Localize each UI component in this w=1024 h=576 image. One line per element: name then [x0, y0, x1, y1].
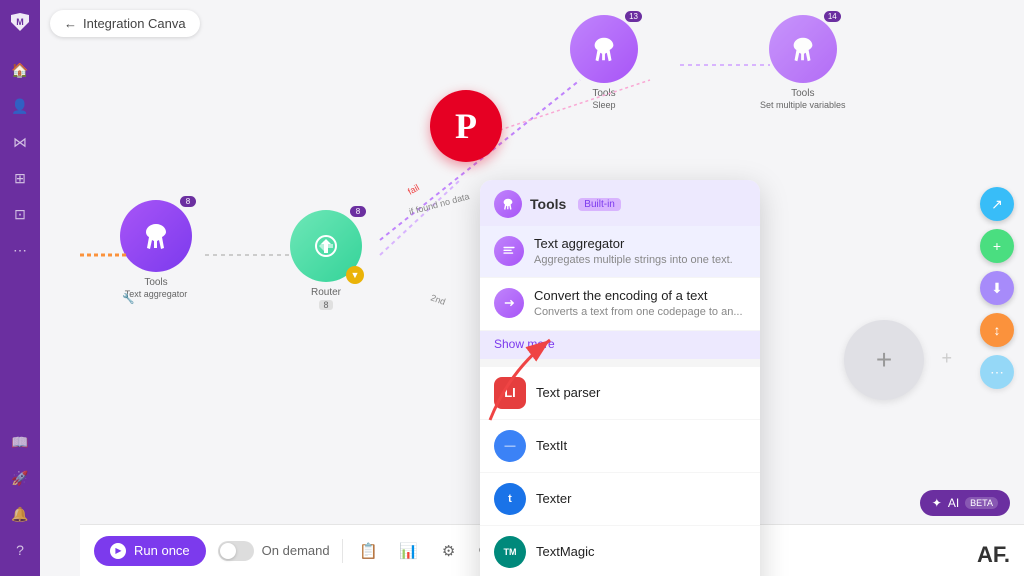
tools-node-2-sublabel: Sleep — [592, 100, 615, 112]
svg-text:if found no data: if found no data — [408, 191, 471, 217]
textit-icon: — — [494, 430, 526, 462]
app-item-textit[interactable]: — TextIt — [480, 420, 760, 473]
textmagic-icon: TM — [494, 536, 526, 568]
action-btn-4[interactable]: ↕ — [980, 313, 1014, 347]
texter-name: Texter — [536, 491, 571, 506]
toolbar-separator-1 — [342, 539, 343, 563]
text-aggregator-icon — [494, 236, 524, 266]
run-icon — [110, 543, 126, 559]
dropdown-item-text-aggregator[interactable]: Text aggregator Aggregates multiple stri… — [480, 226, 760, 278]
right-action-buttons: ↗ + ⬇ ↕ ⋯ — [980, 187, 1014, 389]
action-btn-3[interactable]: ⬇ — [980, 271, 1014, 305]
tools-node-3[interactable]: 14 Tools Set multiple variables — [760, 15, 846, 112]
ai-icon: ✦ — [932, 496, 942, 510]
textit-name: TextIt — [536, 438, 567, 453]
sidebar: M 🏠 👤 ⋈ ⊞ ⊡ ⋯ 📖 🚀 🔔 ? — [0, 0, 40, 576]
sidebar-share-icon[interactable]: ⋈ — [4, 126, 36, 158]
tools-node-2-badge: 13 — [625, 11, 642, 22]
convert-encoding-desc: Converts a text from one codepage to an.… — [534, 305, 746, 319]
tools-section-icon — [494, 190, 522, 218]
show-more-button[interactable]: Show more — [480, 331, 760, 359]
built-in-badge: Built-in — [578, 198, 621, 211]
back-arrow-icon: ← — [64, 16, 77, 31]
af-watermark: AF. — [977, 542, 1010, 568]
on-demand-toggle-container: On demand — [218, 541, 330, 561]
tools-node-1[interactable]: 8 Tools Text aggregator 🔧 — [120, 200, 192, 301]
convert-encoding-title: Convert the encoding of a text — [534, 288, 746, 303]
convert-encoding-icon — [494, 288, 524, 318]
tools-node-2-label: Tools — [592, 87, 615, 100]
ai-label: AI — [948, 496, 959, 510]
app-item-texter[interactable]: t Texter — [480, 473, 760, 526]
dropdown-item-convert-encoding[interactable]: Convert the encoding of a text Converts … — [480, 278, 760, 330]
router-node-badge: 8 — [350, 206, 366, 217]
app-item-textmagic[interactable]: TM TextMagic — [480, 526, 760, 576]
sidebar-apps-icon[interactable]: ⊞ — [4, 162, 36, 194]
sidebar-book-icon[interactable]: 📖 — [4, 426, 36, 458]
sidebar-grid-icon[interactable]: ⊡ — [4, 198, 36, 230]
run-once-label: Run once — [134, 543, 190, 558]
sidebar-more-icon[interactable]: ⋯ — [4, 234, 36, 266]
beta-badge: BETA — [965, 497, 998, 509]
run-once-button[interactable]: Run once — [94, 536, 206, 566]
text-aggregator-desc: Aggregates multiple strings into one tex… — [534, 253, 746, 267]
app-item-text-parser[interactable]: LI Text parser — [480, 367, 760, 420]
svg-text:2nd: 2nd — [429, 292, 447, 307]
section-title: Tools — [530, 196, 566, 212]
text-parser-name: Text parser — [536, 385, 600, 400]
ai-badge[interactable]: ✦ AI BETA — [920, 490, 1010, 516]
svg-text:fail: fail — [406, 182, 421, 196]
topbar: ← Integration Canva — [50, 10, 200, 37]
canvas: ← Integration Canva fail if found no dat… — [40, 0, 1024, 576]
toolbar-settings-btn[interactable]: ⚙ — [435, 537, 463, 565]
sidebar-users-icon[interactable]: 👤 — [4, 90, 36, 122]
tools-node-2[interactable]: 13 Tools Sleep — [570, 15, 638, 112]
tools-node-3-sublabel: Set multiple variables — [760, 100, 846, 112]
canvas-title: Integration Canva — [83, 16, 186, 31]
tools-node-1-badge: 8 — [180, 196, 196, 207]
sidebar-bell-icon[interactable]: 🔔 — [4, 498, 36, 530]
dropdown-section-header: Tools Built-in — [480, 180, 760, 226]
svg-text:M: M — [16, 17, 24, 27]
sidebar-logo[interactable]: M — [6, 8, 34, 36]
add-node-plus-icon: + — [941, 348, 952, 369]
router-node-badge-label: 8 — [319, 300, 332, 310]
text-aggregator-title: Text aggregator — [534, 236, 746, 251]
action-btn-1[interactable]: ↗ — [980, 187, 1014, 221]
router-node[interactable]: 8 ▼ Router 8 — [290, 210, 362, 312]
tools-node-1-label: Tools — [125, 276, 188, 289]
action-btn-2[interactable]: + — [980, 229, 1014, 263]
pinterest-node[interactable]: P — [430, 90, 502, 162]
on-demand-label: On demand — [262, 543, 330, 558]
sidebar-help-icon[interactable]: ? — [4, 534, 36, 566]
add-node-button[interactable]: + — [844, 320, 924, 400]
toolbar-clipboard-btn[interactable]: 📋 — [355, 537, 383, 565]
tools-node-3-badge: 14 — [824, 11, 841, 22]
on-demand-toggle[interactable] — [218, 541, 254, 561]
sidebar-home-icon[interactable]: 🏠 — [4, 54, 36, 86]
toolbar-chart-btn[interactable]: 📊 — [395, 537, 423, 565]
back-button[interactable]: ← Integration Canva — [50, 10, 200, 37]
action-btn-5[interactable]: ⋯ — [980, 355, 1014, 389]
sidebar-rocket-icon[interactable]: 🚀 — [4, 462, 36, 494]
search-dropdown-panel: Tools Built-in Text aggregator Aggregate… — [480, 180, 760, 576]
textmagic-name: TextMagic — [536, 544, 595, 559]
text-parser-icon: LI — [494, 377, 526, 409]
tools-node-3-label: Tools — [760, 87, 846, 100]
router-node-label: Router — [311, 286, 341, 299]
texter-icon: t — [494, 483, 526, 515]
